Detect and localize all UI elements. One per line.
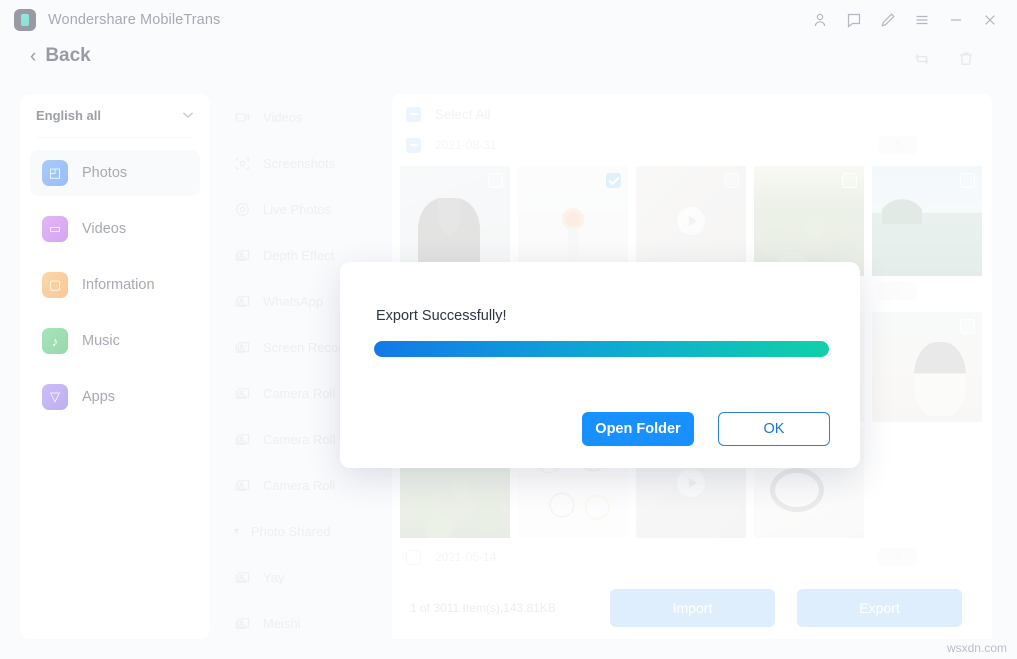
app-window: Wondershare MobileTrans	[0, 0, 1017, 659]
export-success-dialog: Export Successfully! Open Folder OK	[340, 262, 860, 468]
open-folder-button[interactable]: Open Folder	[582, 412, 694, 446]
dialog-title: Export Successfully!	[376, 308, 507, 324]
ok-button[interactable]: OK	[718, 412, 830, 446]
dialog-actions: Open Folder OK	[582, 412, 830, 446]
watermark: wsxdn.com	[947, 641, 1007, 655]
progress-bar	[374, 341, 829, 357]
progress-bar-fill	[374, 341, 829, 357]
